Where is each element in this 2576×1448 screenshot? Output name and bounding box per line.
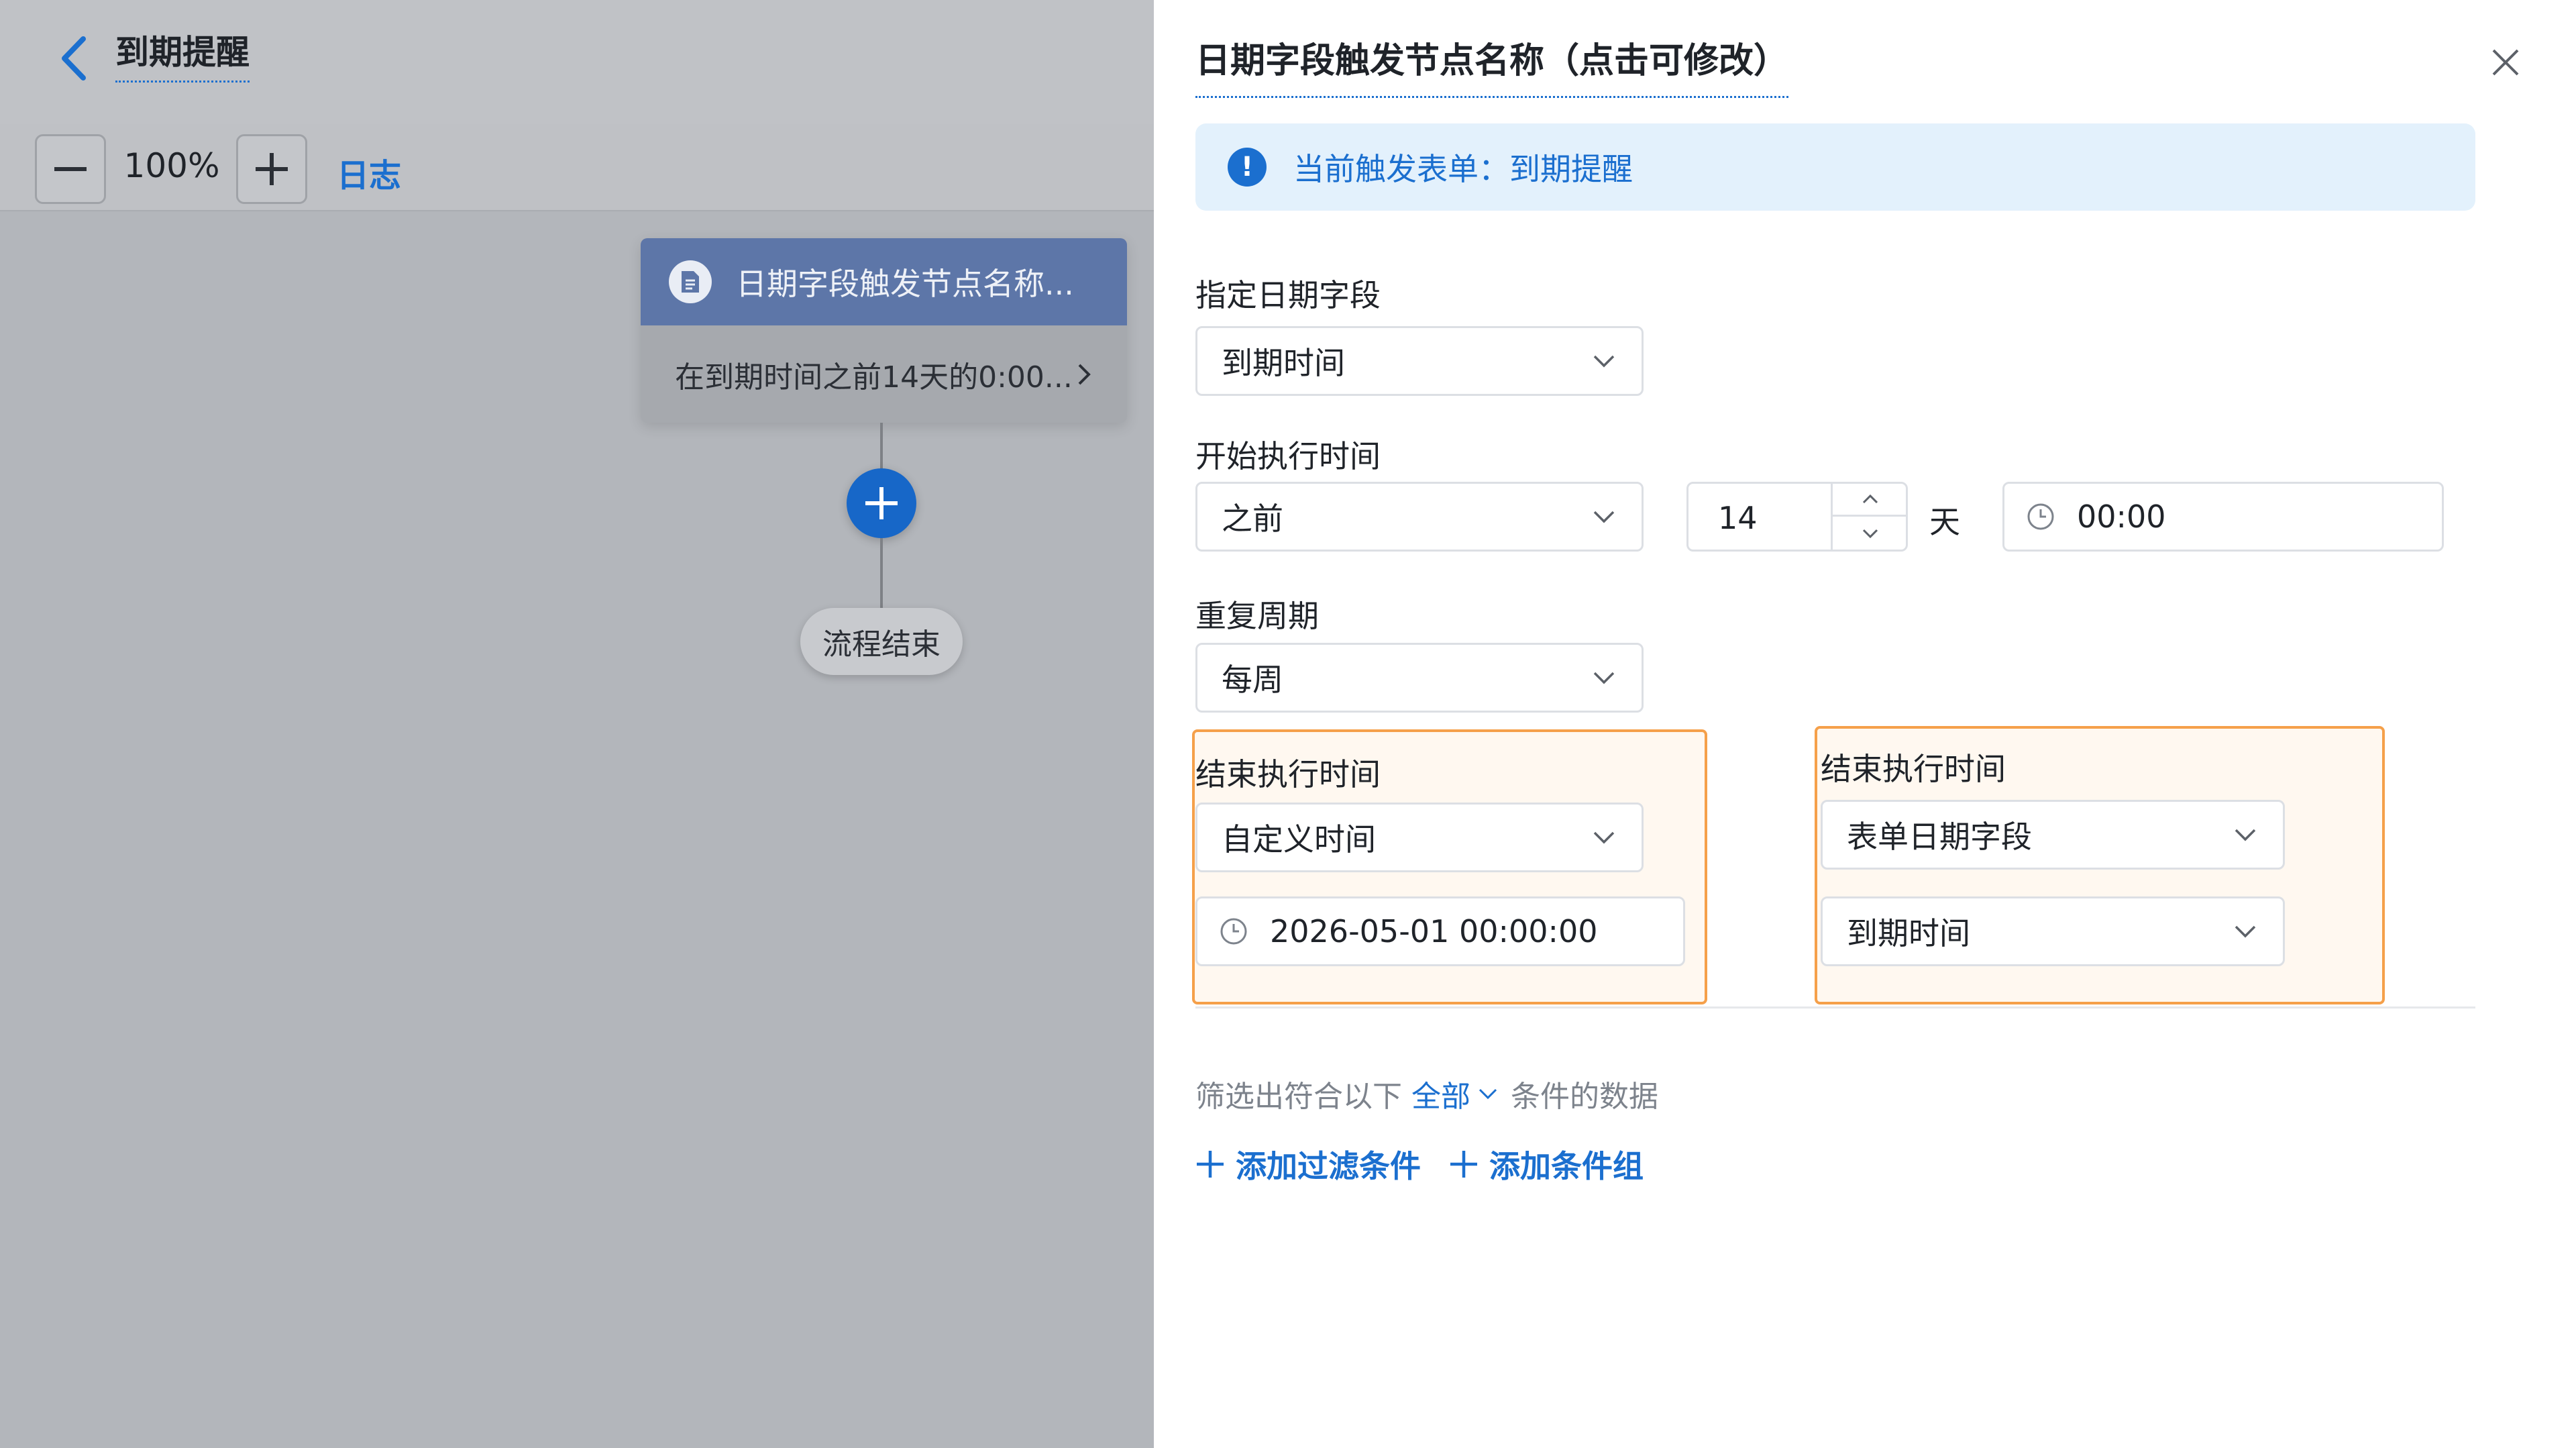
add-group-label: 添加条件组 — [1489, 1148, 1644, 1184]
section-divider — [1195, 1006, 2475, 1009]
close-icon — [2492, 49, 2519, 76]
info-banner: ! 当前触发表单：到期提醒 — [1195, 123, 2475, 211]
add-filter-button[interactable]: 添加过滤条件 — [1195, 1142, 1421, 1186]
flow-connector — [880, 538, 883, 608]
chevron-down-icon — [1593, 355, 1615, 368]
add-filter-label: 添加过滤条件 — [1236, 1148, 1421, 1184]
end-time-label: 结束执行时间 — [1195, 756, 1381, 792]
chevron-left-icon — [62, 36, 86, 81]
add-node-button[interactable] — [847, 468, 916, 538]
days-value[interactable]: 14 — [1718, 500, 1758, 536]
trigger-node-summary: 在到期时间之前14天的0:00... — [641, 325, 1127, 423]
clock-icon — [2027, 503, 2054, 530]
trigger-node[interactable]: 日期字段触发节点名称... 在到期时间之前14天的0:00... — [641, 238, 1127, 423]
node-config-panel: 日期字段触发节点名称（点击可修改） ! 当前触发表单：到期提醒 指定日期字段 到… — [1154, 0, 2576, 1448]
filter-scope-value: 全部 — [1411, 1080, 1470, 1114]
decrement-button[interactable] — [1833, 517, 1908, 550]
clock-icon — [1220, 918, 1247, 945]
zoom-out-button[interactable] — [35, 134, 106, 204]
end-mode-value-alt: 表单日期字段 — [1847, 819, 2032, 855]
end-mode-select-alt[interactable]: 表单日期字段 — [1821, 800, 2285, 870]
info-text: 当前触发表单：到期提醒 — [1293, 151, 1633, 187]
end-datetime-picker[interactable]: 2026-05-01 00:00:00 — [1195, 896, 1685, 966]
chevron-down-icon — [1479, 1088, 1497, 1100]
panel-title[interactable]: 日期字段触发节点名称（点击可修改） — [1195, 32, 1789, 98]
start-relation-value: 之前 — [1222, 501, 1283, 537]
start-time-value: 00:00 — [2077, 499, 2166, 535]
repeat-value: 每周 — [1222, 662, 1283, 698]
info-icon: ! — [1228, 148, 1267, 187]
date-field-value: 到期时间 — [1222, 345, 1345, 381]
start-relation-select[interactable]: 之前 — [1195, 482, 1644, 552]
chevron-right-icon — [1078, 364, 1091, 384]
log-link[interactable]: 日志 — [337, 149, 401, 196]
back-button[interactable] — [54, 35, 94, 82]
document-icon — [669, 260, 712, 303]
end-mode-value: 自定义时间 — [1222, 821, 1376, 858]
end-datetime-value: 2026-05-01 00:00:00 — [1270, 913, 1598, 949]
plus-icon — [256, 153, 288, 185]
filter-prefix: 筛选出符合以下 — [1195, 1080, 1402, 1114]
filter-scope-dropdown[interactable]: 全部 — [1411, 1072, 1499, 1115]
repeat-label: 重复周期 — [1195, 598, 1319, 634]
end-form-field-select[interactable]: 到期时间 — [1821, 896, 2285, 966]
filter-suffix: 条件的数据 — [1511, 1080, 1658, 1114]
trigger-node-title: 日期字段触发节点名称... — [736, 266, 1074, 302]
plus-icon — [1197, 1151, 1224, 1178]
stepper-buttons — [1831, 484, 1908, 550]
flow-connector — [880, 423, 883, 470]
days-stepper[interactable]: 14 — [1686, 482, 1908, 552]
chevron-up-icon — [1862, 494, 1878, 504]
chevron-down-icon — [2235, 925, 2256, 938]
close-button[interactable] — [2482, 39, 2529, 86]
date-field-select[interactable]: 到期时间 — [1195, 326, 1644, 396]
end-form-field-value: 到期时间 — [1847, 915, 1970, 951]
start-time-label: 开始执行时间 — [1195, 438, 1381, 474]
end-mode-select[interactable]: 自定义时间 — [1195, 803, 1644, 872]
add-condition-group-button[interactable]: 添加条件组 — [1449, 1142, 1644, 1186]
chevron-down-icon — [1593, 511, 1615, 523]
trigger-node-summary-text: 在到期时间之前14天的0:00... — [675, 360, 1073, 395]
zoom-in-button[interactable] — [236, 134, 307, 204]
end-node: 流程结束 — [800, 608, 963, 675]
plus-icon — [1450, 1151, 1477, 1178]
app-title[interactable]: 到期提醒 — [115, 32, 250, 83]
trigger-node-header: 日期字段触发节点名称... — [641, 238, 1127, 325]
workflow-canvas: 到期提醒 100% 日志 日期字段触发节点名称... 在到期时间之前14天的0:… — [0, 0, 1154, 1448]
plus-icon — [865, 487, 898, 519]
repeat-select[interactable]: 每周 — [1195, 643, 1644, 713]
date-field-label: 指定日期字段 — [1195, 277, 1381, 313]
end-time-label-alt: 结束执行时间 — [1821, 751, 2006, 787]
chevron-down-icon — [1862, 529, 1878, 538]
filter-sentence: 筛选出符合以下 全部 条件的数据 — [1195, 1072, 1658, 1115]
minus-icon — [54, 167, 87, 171]
day-unit-label: 天 — [1929, 504, 1960, 540]
start-time-picker[interactable]: 00:00 — [2002, 482, 2444, 552]
chevron-down-icon — [1593, 831, 1615, 844]
increment-button[interactable] — [1833, 484, 1908, 517]
chevron-down-icon — [2235, 829, 2256, 841]
chevron-down-icon — [1593, 672, 1615, 684]
zoom-level: 100% — [123, 146, 220, 185]
